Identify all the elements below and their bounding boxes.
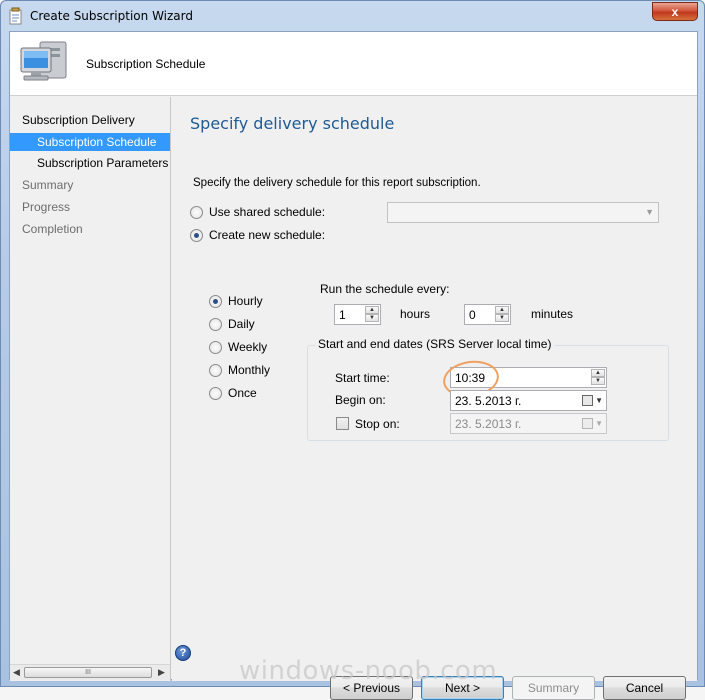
create-new-schedule-label: Create new schedule:: [209, 228, 326, 242]
scroll-right-icon[interactable]: ▶: [158, 667, 165, 678]
radio-selected-icon: [209, 294, 222, 308]
frequency-weekly-label: Weekly: [228, 340, 268, 354]
frequency-once-radio[interactable]: Once: [209, 386, 257, 400]
header-title: Subscription Schedule: [86, 57, 206, 71]
calendar-icon: [582, 418, 593, 429]
radio-selected-icon: [190, 228, 203, 242]
begin-on-value: 23. 5.2013 г.: [455, 394, 522, 408]
nav-item-subscription-schedule[interactable]: Subscription Schedule: [10, 133, 170, 151]
begin-on-label: Begin on:: [335, 393, 386, 407]
nav-item-subscription-parameters[interactable]: Subscription Parameters: [37, 156, 168, 170]
radio-icon: [209, 363, 222, 377]
frequency-once-label: Once: [228, 386, 257, 400]
radio-icon: [209, 317, 222, 331]
chevron-down-icon[interactable]: ▼: [595, 396, 603, 405]
shared-schedule-combo[interactable]: ▼: [387, 202, 659, 223]
stop-on-label: Stop on:: [355, 417, 400, 431]
nav-item-progress: Progress: [22, 200, 71, 214]
frequency-hourly-radio[interactable]: Hourly: [209, 294, 263, 308]
radio-icon: [209, 386, 222, 400]
help-glyph: ?: [179, 647, 187, 659]
radio-icon: [190, 205, 203, 219]
nav-item-summary: Summary: [22, 178, 74, 192]
run-every-label: Run the schedule every:: [320, 282, 450, 296]
nav-item-completion: Completion: [22, 222, 83, 236]
wizard-header: Subscription Schedule: [10, 32, 697, 96]
begin-on-date-picker[interactable]: 23. 5.2013 г. ▼: [450, 390, 607, 411]
frequency-monthly-radio[interactable]: Monthly: [209, 363, 270, 377]
scroll-left-icon[interactable]: ◀: [13, 667, 20, 678]
spin-down-icon[interactable]: ▼: [591, 377, 605, 385]
radio-icon: [209, 340, 222, 354]
spin-up-icon[interactable]: ▲: [591, 369, 605, 377]
hours-value: 1: [339, 308, 346, 322]
summary-button: Summary: [512, 676, 595, 700]
use-shared-schedule-radio[interactable]: Use shared schedule:: [190, 205, 325, 219]
dates-group-title: Start and end dates (SRS Server local ti…: [315, 337, 555, 351]
close-button[interactable]: x: [652, 2, 698, 21]
scroll-thumb-grip: III: [85, 669, 91, 676]
minutes-label: minutes: [531, 307, 574, 321]
stop-on-date-picker: 23. 5.2013 г. ▼: [450, 413, 607, 434]
wizard-nav: Subscription Delivery Subscription Sched…: [10, 97, 171, 681]
nav-horizontal-scrollbar[interactable]: ◀ III ▶: [10, 664, 170, 680]
scroll-thumb[interactable]: III: [24, 667, 152, 678]
stop-on-value: 23. 5.2013 г.: [455, 417, 522, 431]
spin-down-icon[interactable]: ▼: [495, 314, 509, 322]
close-icon: x: [671, 4, 679, 19]
hours-label: hours: [400, 307, 431, 321]
chevron-down-icon: ▼: [645, 207, 654, 217]
minutes-value: 0: [469, 308, 476, 322]
stop-on-checkbox[interactable]: [336, 417, 349, 430]
frequency-monthly-label: Monthly: [228, 363, 271, 377]
computer-monitor-icon: [20, 41, 67, 81]
wizard-app-icon: [9, 7, 22, 25]
wizard-client-area: Subscription Schedule Subscription Deliv…: [9, 31, 698, 700]
nav-item-subscription-delivery[interactable]: Subscription Delivery: [22, 113, 135, 127]
chevron-down-icon: ▼: [595, 419, 603, 428]
frequency-daily-label: Daily: [228, 317, 255, 331]
window-title: Create Subscription Wizard: [30, 9, 193, 23]
use-shared-schedule-label: Use shared schedule:: [209, 205, 326, 219]
spin-down-icon[interactable]: ▼: [365, 314, 379, 322]
page-description: Specify the delivery schedule for this r…: [193, 177, 481, 189]
title-bar[interactable]: Create Subscription Wizard x: [1, 1, 704, 31]
help-icon[interactable]: ?: [175, 645, 191, 661]
create-new-schedule-radio[interactable]: Create new schedule:: [190, 228, 325, 242]
wizard-window: Create Subscription Wizard x Subscriptio…: [0, 0, 705, 700]
start-time-label: Start time:: [335, 371, 390, 385]
frequency-hourly-label: Hourly: [228, 294, 263, 308]
hours-spinner[interactable]: 1 ▲ ▼: [334, 304, 381, 325]
spin-up-icon[interactable]: ▲: [365, 306, 379, 314]
calendar-icon[interactable]: [582, 395, 593, 406]
cancel-button[interactable]: Cancel: [603, 676, 686, 700]
page-heading: Specify delivery schedule: [190, 114, 395, 133]
watermark-text: windows-noob.com: [239, 656, 498, 686]
minutes-spinner[interactable]: 0 ▲ ▼: [464, 304, 511, 325]
wizard-main-panel: Specify delivery schedule Specify the de…: [172, 97, 697, 700]
frequency-daily-radio[interactable]: Daily: [209, 317, 255, 331]
spin-up-icon[interactable]: ▲: [495, 306, 509, 314]
frequency-weekly-radio[interactable]: Weekly: [209, 340, 267, 354]
